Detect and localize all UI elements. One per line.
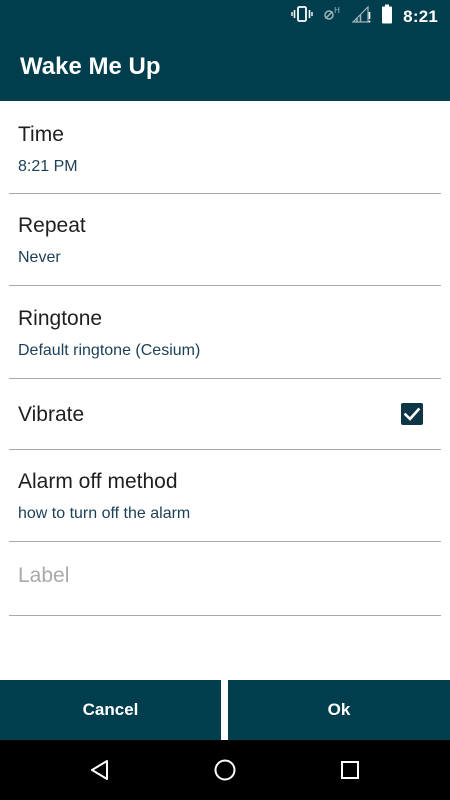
recents-icon xyxy=(341,761,359,779)
repeat-value: Never xyxy=(18,249,61,266)
status-icons: H 8:21 xyxy=(291,0,438,33)
status-bar: H 8:21 xyxy=(0,0,450,33)
signal-icon xyxy=(351,5,371,28)
recents-button[interactable] xyxy=(320,740,380,800)
ringtone-row[interactable]: Ringtone Default ringtone (Cesium) xyxy=(9,286,441,379)
page-title: Wake Me Up xyxy=(20,53,161,80)
alarm-off-method-value: how to turn off the alarm xyxy=(18,505,191,522)
settings-list: Time 8:21 PM Repeat Never Ringtone Defau… xyxy=(0,101,450,680)
ringtone-title: Ringtone xyxy=(18,307,103,330)
svg-text:H: H xyxy=(334,6,340,15)
ringtone-value: Default ringtone (Cesium) xyxy=(18,342,201,359)
vibrate-row[interactable]: Vibrate xyxy=(9,379,441,450)
battery-icon xyxy=(381,4,393,29)
back-button[interactable] xyxy=(70,740,130,800)
vibrate-title: Vibrate xyxy=(18,403,85,426)
ok-button[interactable]: Ok xyxy=(228,680,450,740)
checkmark-icon xyxy=(403,407,421,421)
vibrate-icon xyxy=(291,5,313,28)
vibrate-checkbox[interactable] xyxy=(401,403,423,425)
cancel-button[interactable]: Cancel xyxy=(0,680,221,740)
app-bar: Wake Me Up xyxy=(0,33,450,101)
action-buttons: Cancel Ok xyxy=(0,680,450,740)
back-icon xyxy=(91,760,108,780)
navigation-bar xyxy=(0,740,450,800)
time-value: 8:21 PM xyxy=(18,158,78,175)
repeat-row[interactable]: Repeat Never xyxy=(9,194,441,286)
label-row[interactable]: Label xyxy=(9,542,441,616)
label-field[interactable]: Label xyxy=(18,564,69,588)
home-button[interactable] xyxy=(195,740,255,800)
repeat-title: Repeat xyxy=(18,214,86,237)
alarm-off-method-row[interactable]: Alarm off method how to turn off the ala… xyxy=(9,450,441,542)
home-icon xyxy=(214,759,236,781)
status-time: 8:21 xyxy=(403,6,438,26)
time-row[interactable]: Time 8:21 PM xyxy=(9,101,441,194)
time-title: Time xyxy=(18,123,64,146)
no-sim-icon: H xyxy=(323,5,341,28)
alarm-off-method-title: Alarm off method xyxy=(18,470,178,493)
